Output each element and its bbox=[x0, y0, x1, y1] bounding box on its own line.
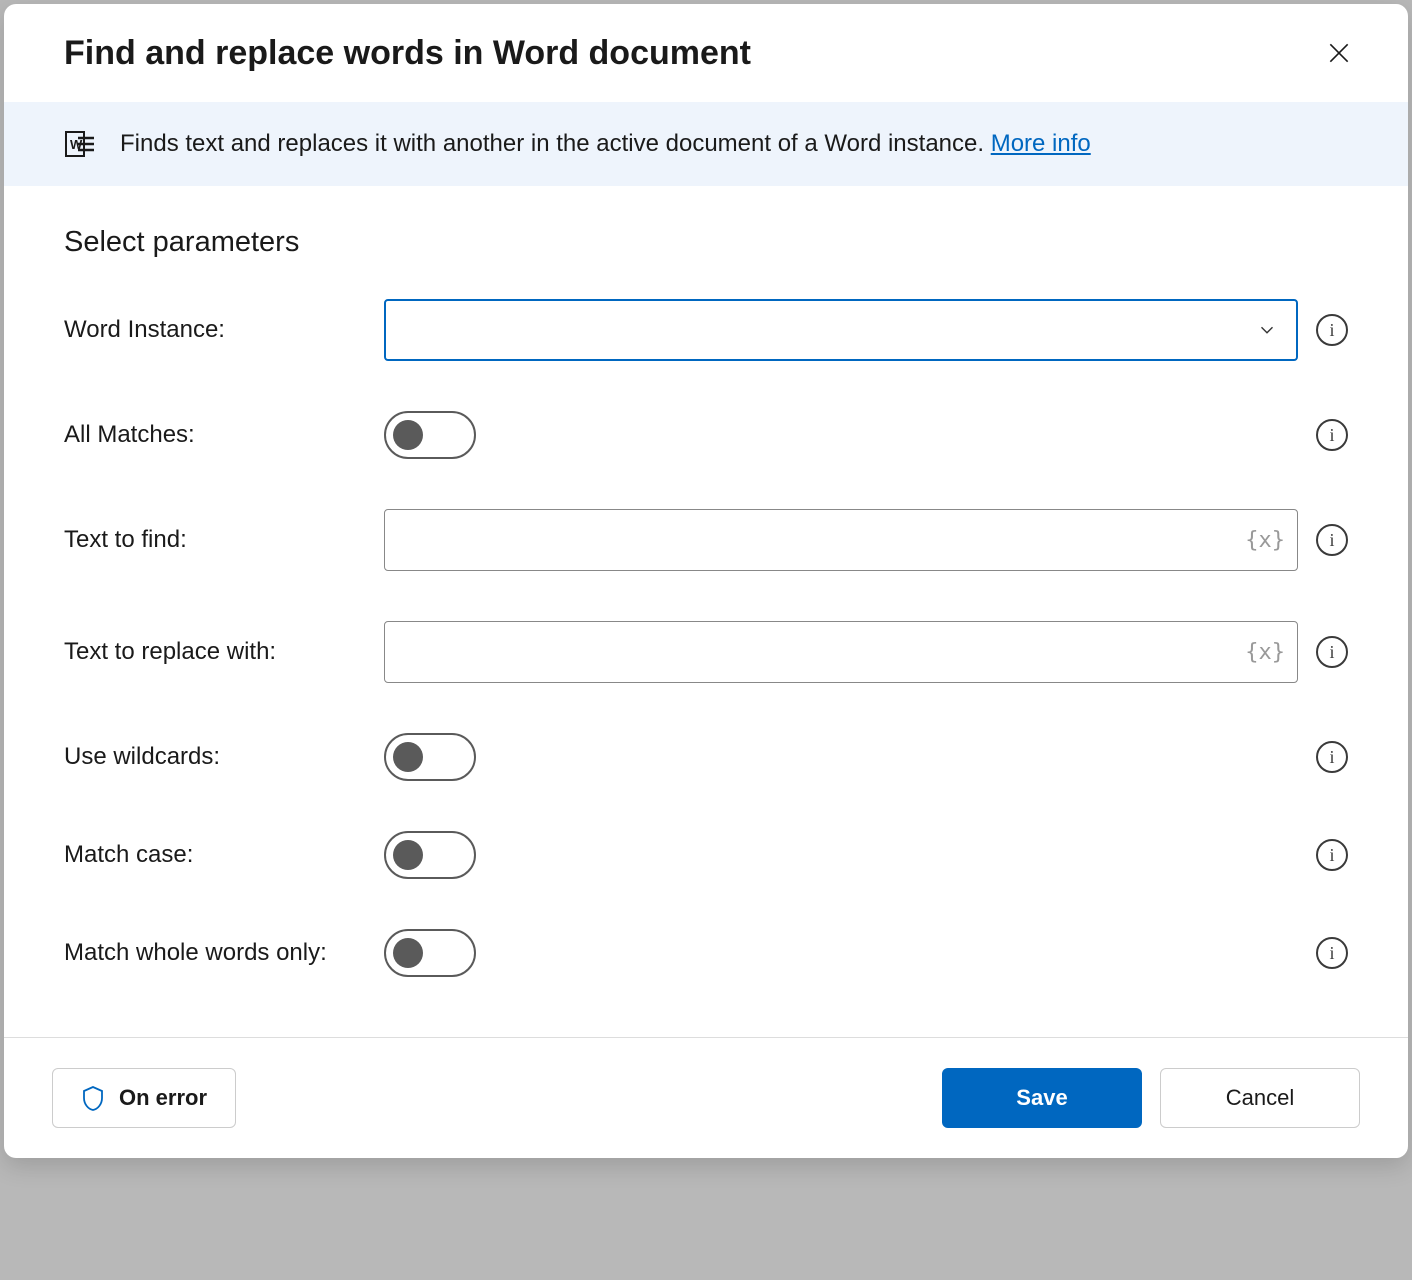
text-to-find-label: Text to find: bbox=[64, 526, 384, 554]
on-error-label: On error bbox=[119, 1085, 207, 1111]
all-matches-toggle[interactable] bbox=[384, 411, 476, 459]
dialog-title: Find and replace words in Word document bbox=[64, 34, 751, 73]
footer-right: Save Cancel bbox=[942, 1068, 1360, 1128]
close-button[interactable] bbox=[1318, 32, 1360, 74]
match-whole-words-label: Match whole words only: bbox=[64, 939, 384, 967]
toggle-knob bbox=[393, 840, 423, 870]
param-row-match-case: Match case: i bbox=[64, 831, 1348, 879]
toggle-knob bbox=[393, 742, 423, 772]
info-icon[interactable]: i bbox=[1316, 419, 1348, 451]
text-to-replace-input[interactable]: {x} bbox=[384, 621, 1298, 683]
variable-icon[interactable]: {x} bbox=[1245, 640, 1285, 665]
toggle-knob bbox=[393, 938, 423, 968]
toggle-knob bbox=[393, 420, 423, 450]
text-to-replace-label: Text to replace with: bbox=[64, 638, 384, 666]
variable-icon[interactable]: {x} bbox=[1245, 528, 1285, 553]
banner-text: Finds text and replaces it with another … bbox=[120, 130, 991, 157]
info-icon[interactable]: i bbox=[1316, 636, 1348, 668]
dialog-footer: On error Save Cancel bbox=[4, 1037, 1408, 1158]
word-instance-label: Word Instance: bbox=[64, 316, 384, 344]
cancel-button[interactable]: Cancel bbox=[1160, 1068, 1360, 1128]
all-matches-label: All Matches: bbox=[64, 421, 384, 449]
info-icon[interactable]: i bbox=[1316, 524, 1348, 556]
info-text: Finds text and replaces it with another … bbox=[120, 130, 1091, 158]
param-row-all-matches: All Matches: i bbox=[64, 411, 1348, 459]
close-icon bbox=[1326, 40, 1352, 66]
match-case-toggle[interactable] bbox=[384, 831, 476, 879]
param-row-match-whole-words: Match whole words only: i bbox=[64, 929, 1348, 977]
info-icon[interactable]: i bbox=[1316, 937, 1348, 969]
info-icon[interactable]: i bbox=[1316, 741, 1348, 773]
param-row-text-to-find: Text to find: {x} i bbox=[64, 509, 1348, 571]
use-wildcards-label: Use wildcards: bbox=[64, 743, 384, 771]
shield-icon bbox=[81, 1085, 105, 1111]
text-to-find-input[interactable]: {x} bbox=[384, 509, 1298, 571]
param-row-text-to-replace: Text to replace with: {x} i bbox=[64, 621, 1348, 683]
section-title: Select parameters bbox=[64, 226, 1348, 259]
word-icon: W bbox=[64, 130, 96, 158]
on-error-button[interactable]: On error bbox=[52, 1068, 236, 1128]
word-instance-dropdown[interactable] bbox=[384, 299, 1298, 361]
dialog: Find and replace words in Word document … bbox=[4, 4, 1408, 1158]
param-row-use-wildcards: Use wildcards: i bbox=[64, 733, 1348, 781]
info-icon[interactable]: i bbox=[1316, 839, 1348, 871]
svg-text:W: W bbox=[70, 137, 83, 152]
info-banner: W Finds text and replaces it with anothe… bbox=[4, 102, 1408, 186]
info-icon[interactable]: i bbox=[1316, 314, 1348, 346]
dialog-body: Select parameters Word Instance: i All M… bbox=[4, 186, 1408, 1037]
match-case-label: Match case: bbox=[64, 841, 384, 869]
match-whole-words-toggle[interactable] bbox=[384, 929, 476, 977]
chevron-down-icon bbox=[1256, 319, 1278, 341]
save-button[interactable]: Save bbox=[942, 1068, 1142, 1128]
param-row-word-instance: Word Instance: i bbox=[64, 299, 1348, 361]
use-wildcards-toggle[interactable] bbox=[384, 733, 476, 781]
dialog-header: Find and replace words in Word document bbox=[4, 4, 1408, 102]
more-info-link[interactable]: More info bbox=[991, 130, 1091, 157]
